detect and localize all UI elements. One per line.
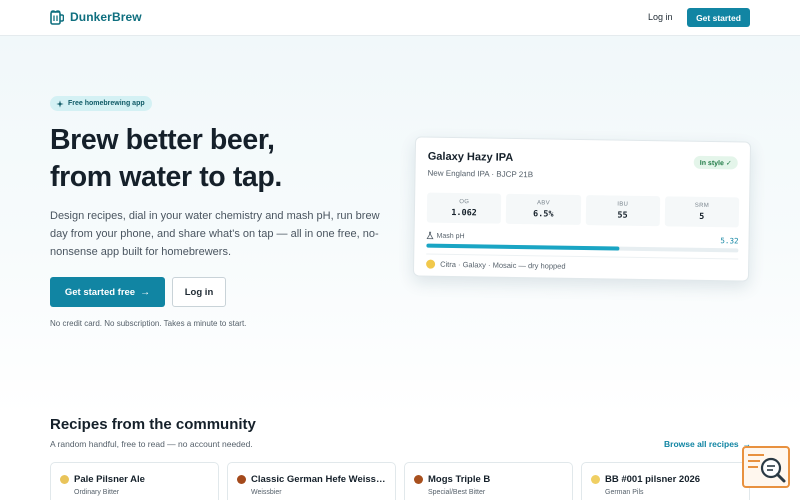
hero-description: Design recipes, dial in your water chemi… <box>50 210 380 258</box>
in-style-badge: In style ✓ <box>693 155 738 170</box>
browse-all-recipes-label: Browse all recipes <box>664 439 739 449</box>
mash-ph-label: Mash pH <box>436 232 465 240</box>
sparkle-icon <box>56 99 64 108</box>
brand-name: DunkerBrew <box>70 10 142 24</box>
community-recipe-list: Pale Pilsner Ale Ordinary Bitter Classic… <box>50 462 750 500</box>
community-recipe-card[interactable]: BB #001 pilsner 2026 German Pils <box>581 462 750 500</box>
community-recipe-style: Weissbier <box>251 489 282 496</box>
header-get-started-button[interactable]: Get started <box>687 8 750 27</box>
community-recipe-name: BB #001 pilsner 2026 <box>605 474 701 485</box>
community-recipe-name: Pale Pilsner Ale <box>74 474 145 485</box>
community-recipe-card[interactable]: Mogs Triple B Special/Best Bitter <box>404 462 573 500</box>
beer-color-dot-icon <box>591 475 600 484</box>
community-recipe-style: Special/Best Bitter <box>428 489 486 496</box>
hero-note: No credit card. No subscription. Takes a… <box>50 319 247 328</box>
community-recipe-style: Ordinary Bitter <box>74 489 120 496</box>
beer-mug-icon <box>50 10 64 25</box>
search-chat-widget[interactable] <box>742 446 790 488</box>
community-recipe-card[interactable]: Classic German Hefe Weissbier Weissbier <box>227 462 396 500</box>
stat-value: 5 <box>699 211 705 222</box>
stat-srm: SRM 5 <box>664 196 740 228</box>
flask-icon <box>426 231 434 240</box>
stat-label: IBU <box>617 201 629 208</box>
stat-label: SRM <box>694 202 710 209</box>
stat-value: 55 <box>617 210 628 221</box>
arrow-right-icon: → <box>140 286 151 298</box>
community-recipe-style: German Pils <box>605 489 644 496</box>
community-recipe-name: Mogs Triple B <box>428 474 491 485</box>
beer-color-dot-icon <box>60 475 69 484</box>
beer-color-dot-icon <box>414 475 423 484</box>
stat-value: 6.5% <box>532 208 554 220</box>
hero-title: Brew better beer, from water to tap. <box>50 122 282 196</box>
brand-logo[interactable]: DunkerBrew <box>50 9 142 25</box>
mash-ph-meter: Mash pH 5.32 <box>426 231 739 257</box>
mash-ph-fill <box>426 243 620 251</box>
hero-title-line-1: Brew better beer, <box>50 124 275 156</box>
recipe-style: New England IPA · BJCP 21B <box>427 168 534 180</box>
get-started-free-label: Get started free <box>64 286 136 298</box>
beer-color-dot-icon <box>237 475 246 484</box>
stat-label: ABV <box>536 199 550 206</box>
browse-all-recipes-link[interactable]: Browse all recipes → <box>664 439 751 449</box>
stat-abv: ABV 6.5% <box>506 193 581 225</box>
recipe-stats: OG 1.062 ABV 6.5% IBU 55 SRM 5 <box>426 192 740 228</box>
get-started-free-button[interactable]: Get started free → <box>50 277 165 307</box>
community-recipe-name: Classic German Hefe Weissbier <box>251 474 391 485</box>
badge-label: Free homebrewing app <box>68 100 145 107</box>
community-section-title: Recipes from the community <box>50 416 256 433</box>
search-chat-icon <box>748 454 786 483</box>
hero-title-line-2: from water to tap. <box>50 161 282 193</box>
community-recipe-card[interactable]: Pale Pilsner Ale Ordinary Bitter <box>50 462 219 500</box>
mash-ph-track <box>426 243 739 253</box>
hop-dot-icon <box>426 259 436 269</box>
header-login-link[interactable]: Log in <box>648 12 673 22</box>
hero-login-button[interactable]: Log in <box>172 277 226 307</box>
stat-og: OG 1.062 <box>426 192 502 224</box>
hop-list: Citra · Galaxy · Mosaic — dry hopped <box>440 259 566 271</box>
free-app-badge: Free homebrewing app <box>50 96 152 111</box>
mash-ph-value: 5.32 <box>720 236 739 246</box>
mash-ph-label-row: Mash pH <box>426 231 465 241</box>
top-nav: DunkerBrew Log in Get started <box>0 0 800 36</box>
stat-ibu: IBU 55 <box>585 195 660 227</box>
recipe-name: Galaxy Hazy IPA <box>427 150 514 164</box>
recipe-preview-card: Galaxy Hazy IPA New England IPA · BJCP 2… <box>412 136 752 282</box>
hop-summary: Citra · Galaxy · Mosaic — dry hopped <box>426 259 566 271</box>
community-section-subtitle: A random handful, free to read — no acco… <box>50 439 253 449</box>
stat-label: OG <box>459 198 470 205</box>
stat-value: 1.062 <box>451 207 477 218</box>
